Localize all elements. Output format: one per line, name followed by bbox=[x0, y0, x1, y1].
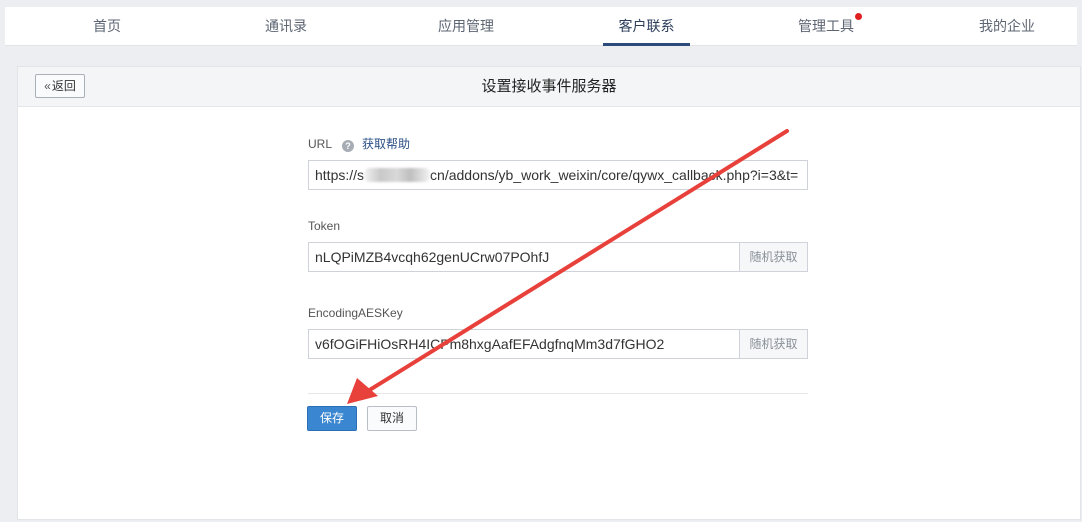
nav-tab-customer-contact[interactable]: 客户联系 bbox=[603, 7, 690, 46]
aes-key-random-button[interactable]: 随机获取 bbox=[739, 329, 808, 359]
nav-tab-label: 应用管理 bbox=[438, 18, 494, 34]
url-value-prefix: https://s bbox=[315, 167, 365, 183]
url-label-row: URL? 获取帮助 bbox=[308, 134, 410, 154]
url-input[interactable]: https://s cn/addons/yb_work_weixin/core/q… bbox=[308, 160, 808, 190]
url-label: URL bbox=[308, 137, 333, 151]
token-random-button[interactable]: 随机获取 bbox=[739, 242, 808, 272]
cancel-button[interactable]: 取消 bbox=[367, 406, 417, 431]
page-title: 设置接收事件服务器 bbox=[481, 78, 617, 95]
notification-dot bbox=[855, 13, 862, 20]
nav-tab-label: 我的企业 bbox=[979, 18, 1035, 34]
panel-header: «返回 设置接收事件服务器 bbox=[18, 67, 1080, 107]
nav-tab-label: 管理工具 bbox=[798, 18, 854, 34]
question-circle-icon[interactable]: ? bbox=[342, 140, 355, 152]
nav-tab-management-tools[interactable]: 管理工具 bbox=[791, 7, 862, 45]
save-button[interactable]: 保存 bbox=[307, 406, 357, 431]
url-value-suffix: cn/addons/yb_work_weixin/core/qywx_callb… bbox=[430, 167, 799, 183]
token-input[interactable]: nLQPiMZB4vcqh62genUCrw07POhfJ bbox=[308, 242, 740, 272]
nav-tab-label: 通讯录 bbox=[265, 18, 307, 34]
aes-key-label: EncodingAESKey bbox=[308, 306, 403, 320]
nav-tab-home[interactable]: 首页 bbox=[77, 7, 137, 45]
get-help-link[interactable]: 获取帮助 bbox=[362, 137, 410, 151]
settings-panel: «返回 设置接收事件服务器 URL? 获取帮助 https://s cn/addon… bbox=[17, 66, 1081, 520]
nav-tab-my-enterprise[interactable]: 我的企业 bbox=[969, 7, 1045, 45]
nav-tab-label: 首页 bbox=[93, 18, 121, 34]
form-divider bbox=[308, 393, 808, 394]
token-label: Token bbox=[308, 219, 341, 233]
aes-key-input[interactable]: v6fOGiFHiOsRH4ICPm8hxgAafEFAdgfnqMm3d7fG… bbox=[308, 329, 740, 359]
top-navigation: 首页 通讯录 应用管理 客户联系 管理工具 我的企业 bbox=[5, 7, 1077, 46]
nav-tab-app-management[interactable]: 应用管理 bbox=[431, 7, 501, 45]
redacted-domain bbox=[364, 168, 431, 182]
nav-tab-contacts[interactable]: 通讯录 bbox=[251, 7, 321, 45]
nav-tab-label: 客户联系 bbox=[618, 18, 675, 34]
